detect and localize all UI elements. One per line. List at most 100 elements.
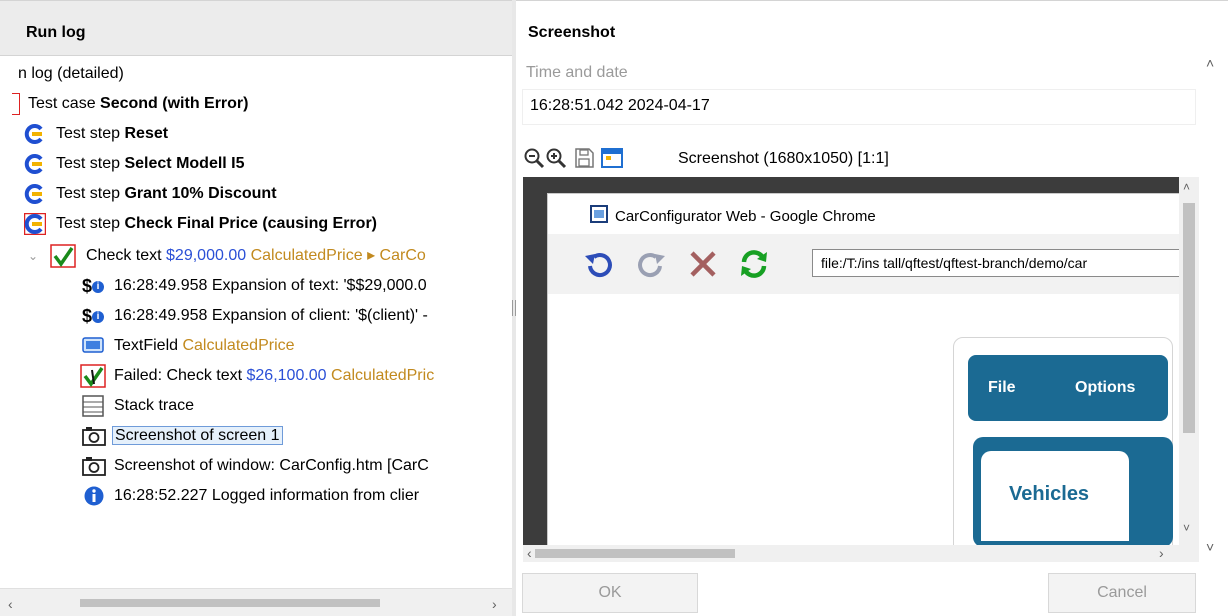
tree-item-step-check-final-price[interactable]: Test step Check Final Price (causing Err… [24,210,377,238]
scrollbar-thumb[interactable] [1183,203,1195,433]
time-and-date-label: Time and date [526,64,628,81]
captured-menubar: File Options [968,355,1168,421]
tree-item-expansion-client[interactable]: $ i 16:28:49.958 Expansion of client: '$(… [82,302,428,330]
test-case-name: Second (with Error) [100,95,249,112]
refresh-icon [741,250,767,278]
tree-item-label: 16:28:49.958 Expansion of text: '$$29,00… [114,277,427,294]
scroll-left-arrow-icon[interactable]: ‹ [8,597,13,611]
test-step-icon [24,124,43,144]
tree-item-failed-check[interactable]: Failed: Check text $26,100.00 Calculated… [80,362,435,390]
check-text-component: CalculatedPrice ▸ CarCo [250,247,426,264]
tree-item-test-case[interactable]: Test case Second (with Error) [12,90,249,118]
textfield-prefix: TextField [114,337,183,354]
tree-item-label: 16:28:49.958 Expansion of client: '$(cli… [114,307,428,324]
app-icon [590,205,608,223]
run-log-horizontal-scrollbar[interactable]: ‹ › [0,588,512,616]
variable-expansion-icon: $ i [82,275,105,297]
tree-item-label: 16:28:52.227 Logged information from cli… [114,487,420,504]
scroll-right-arrow-icon[interactable]: › [492,597,497,611]
step-name: Select Modell I5 [124,155,245,172]
step-name: Grant 10% Discount [124,185,277,202]
zoom-out-icon[interactable] [522,146,546,170]
captured-tab-vehicles: Vehicles [981,451,1129,541]
save-icon[interactable] [572,146,596,170]
failed-value: $26,100.00 [246,367,327,384]
camera-icon [82,457,106,476]
captured-tab-bar: Vehicles [973,437,1173,547]
test-step-error-icon [24,213,46,235]
check-failed-icon [50,244,76,268]
test-case-prefix: Test case [28,95,101,112]
redo-icon [638,253,665,277]
tree-item-label-selected: Screenshot of screen 1 [112,426,283,445]
run-log-tree[interactable]: ​n log (detailed) Test case Second (with… [0,58,512,584]
chevron-down-icon[interactable]: ⌄ [28,242,38,270]
ok-button[interactable]: OK [522,573,698,613]
step-prefix: Test step [56,185,125,202]
variable-expansion-icon: $ i [82,305,105,327]
camera-icon [82,427,106,446]
error-marker-icon [12,93,20,115]
textfield-icon [82,337,104,353]
tree-item-label: Screenshot of window: CarConfig.htm [Car… [114,457,429,474]
captured-titlebar: CarConfigurator Web - Google Chrome [548,194,1182,234]
check-text-prefix: Check text [86,247,167,264]
screenshot-vertical-scrollbar[interactable]: ˄ ˅ [1179,177,1199,545]
step-prefix: Test step [56,215,125,232]
captured-window-title: CarConfigurator Web - Google Chrome [615,208,876,225]
textfield-name: CalculatedPrice [182,337,295,354]
step-name: Check Final Price (causing Error) [124,215,378,232]
scroll-left-arrow-icon[interactable]: ‹ [527,546,532,560]
tree-item-step-grant-discount[interactable]: Test step Grant 10% Discount [24,180,277,208]
check-text-value: $29,000.00 [166,247,247,264]
scrollbar-thumb[interactable] [535,549,735,558]
tree-item-textfield[interactable]: TextField CalculatedPrice [82,332,295,360]
tree-item-stack-trace[interactable]: Stack trace [82,392,194,420]
tree-item-step-reset[interactable]: Test step Reset [24,120,168,148]
captured-url-field: file:/T:/ins tall/qftest/qftest-branch/d… [812,249,1182,277]
screenshot-panel-title: Screenshot [528,24,616,41]
captured-menu-file: File [988,379,1016,396]
scroll-down-arrow-icon[interactable]: ˅ [1183,521,1190,535]
scrollbar-thumb[interactable] [80,599,380,607]
tree-item-check-text[interactable]: ⌄ Check text $29,000.00 CalculatedPrice … [28,242,426,270]
undo-icon [585,253,612,277]
scroll-down-arrow-icon[interactable]: ˅ [1206,540,1214,554]
failed-component: CalculatedPric [331,367,435,384]
scroll-up-arrow-icon[interactable]: ˄ [1183,180,1190,194]
scroll-right-arrow-icon[interactable]: › [1159,546,1164,560]
tree-item-label: Stack trace [114,397,195,414]
screenshot-panel-header [516,0,1228,56]
cancel-button[interactable]: Cancel [1048,573,1196,613]
tree-item-screenshot-window[interactable]: Screenshot of window: CarConfig.htm [Car… [82,452,429,480]
info-icon [84,486,104,506]
run-log-title: Run log [26,24,86,41]
splitter-grip-icon[interactable] [512,300,516,316]
failed-prefix: Failed: Check text [114,367,247,384]
details-vertical-scrollbar[interactable]: ˄ ˅ [1200,52,1224,556]
tree-item-root[interactable]: ​n log (detailed) [18,60,124,88]
scroll-up-arrow-icon[interactable]: ˄ [1206,56,1214,70]
test-step-icon [24,154,43,174]
tree-item-expansion-text[interactable]: $ i 16:28:49.958 Expansion of text: '$$29… [82,272,427,300]
check-failed-icon [80,364,106,388]
tree-item-step-select-model[interactable]: Test step Select Modell I5 [24,150,245,178]
captured-tab-label: Vehicles [1009,483,1090,505]
test-step-icon [24,184,43,204]
time-and-date-value: 16:28:51.042 2024-04-17 [530,97,710,114]
captured-menu-options: Options [1075,379,1136,396]
stack-trace-icon [82,395,104,417]
stop-icon [690,251,716,277]
tree-item-screenshot-screen[interactable]: Screenshot of screen 1 [82,422,283,450]
screenshot-info: Screenshot (1680x1050) [1:1] [678,150,889,167]
tree-item-logged-info[interactable]: 16:28:52.227 Logged information from cli… [82,482,419,510]
captured-toolbar: file:/T:/ins tall/qftest/qftest-branch/d… [548,234,1182,294]
screenshot-horizontal-scrollbar[interactable]: ‹ › [523,545,1199,562]
step-prefix: Test step [56,155,125,172]
tree-item-label: ​n log (detailed) [18,65,124,82]
step-name: Reset [124,125,169,142]
zoom-in-icon[interactable] [544,146,568,170]
step-prefix: Test step [56,125,125,142]
window-view-icon[interactable] [600,146,624,170]
screenshot-image-view[interactable]: CarConfigurator Web - Google Chrome file… [523,177,1199,562]
